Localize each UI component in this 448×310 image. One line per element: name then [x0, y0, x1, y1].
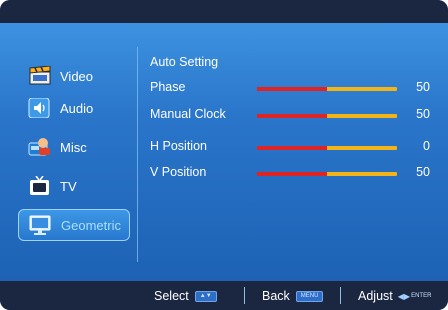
tv-icon [28, 175, 52, 196]
menu-key-icon: MENU [295, 290, 324, 302]
level-slider[interactable] [257, 114, 397, 118]
adjust-label: Adjust [358, 289, 393, 303]
select-hint: Select ▲▼ [154, 289, 217, 303]
setting-value: 50 [416, 80, 430, 94]
level-slider[interactable] [257, 172, 397, 176]
setting-row-manual-clock[interactable]: Manual Clock 50 [150, 107, 440, 125]
sidebar-item-video[interactable]: Video [18, 60, 130, 92]
setting-label: Manual Clock [150, 107, 226, 121]
setting-value: 0 [423, 139, 430, 153]
back-hint: Back MENU [262, 289, 324, 303]
adjust-hint: Adjust ◀▶ ENTER [358, 289, 431, 303]
back-label: Back [262, 289, 290, 303]
level-slider[interactable] [257, 146, 397, 150]
slider-fill [257, 87, 327, 91]
slider-fill [257, 114, 327, 118]
sidebar-item-label: Video [60, 68, 94, 84]
sidebar-item-misc[interactable]: Misc [18, 131, 130, 163]
setting-value: 50 [416, 107, 430, 121]
sidebar-item-label: Audio [60, 100, 94, 116]
level-slider[interactable] [257, 87, 397, 91]
setting-value: 50 [416, 165, 430, 179]
monitor-icon [29, 215, 53, 235]
setting-row-phase[interactable]: Phase 50 [150, 80, 440, 98]
top-bar [0, 0, 448, 23]
sidebar-item-label: Geometric [61, 217, 121, 233]
up-down-arrows-icon: ▲▼ [194, 290, 217, 302]
sidebar-item-label: TV [60, 178, 77, 194]
setting-label: Phase [150, 80, 186, 94]
auto-setting-label: Auto Setting [150, 55, 219, 69]
sidebar-item-tv[interactable]: TV [18, 170, 130, 202]
menu-body: Video Audio Misc TV Geometric Auto Setti… [0, 23, 448, 281]
setting-row-v-position[interactable]: V Position 50 [150, 165, 440, 183]
osd-screen: Video Audio Misc TV Geometric Auto Setti… [0, 0, 448, 310]
setting-row-h-position[interactable]: H Position 0 [150, 139, 440, 157]
footer-separator [340, 287, 341, 304]
setting-label: V Position [150, 165, 207, 179]
auto-setting-item[interactable]: Auto Setting [150, 55, 440, 73]
sidebar-item-audio[interactable]: Audio [18, 92, 130, 124]
slider-fill [257, 172, 327, 176]
enter-key-icon: ENTER [411, 293, 432, 299]
setting-label: H Position [150, 139, 207, 153]
clapperboard-icon [28, 65, 52, 86]
select-label: Select [154, 289, 189, 303]
footer-separator [244, 287, 245, 304]
sidebar-item-label: Misc [60, 139, 87, 155]
divider [137, 47, 138, 262]
sidebar-item-geometric[interactable]: Geometric [18, 209, 130, 241]
speaker-icon [28, 97, 52, 119]
left-right-arrows-icon: ◀▶ [397, 291, 411, 301]
misc-icon [28, 137, 52, 157]
slider-fill [257, 146, 327, 150]
footer-hint-bar: Select ▲▼ Back MENU Adjust ◀▶ ENTER [0, 281, 448, 310]
